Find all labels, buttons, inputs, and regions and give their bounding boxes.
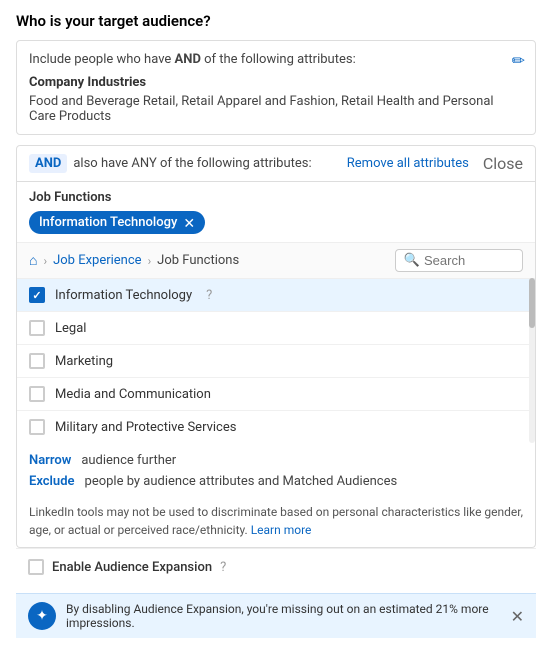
notification-icon: ✦ — [28, 602, 56, 630]
breadcrumb-job-experience[interactable]: Job Experience — [53, 253, 141, 268]
search-icon: 🔍 — [404, 253, 420, 268]
exclude-text: people by audience attributes and Matche… — [85, 474, 398, 489]
checkbox-military[interactable] — [29, 419, 45, 435]
include-attributes-box: Include people who have AND of the follo… — [16, 40, 536, 135]
notification-close-icon[interactable]: ✕ — [511, 607, 524, 626]
action-links-row: Narrow audience further — [17, 443, 535, 474]
checkbox-label-military: Military and Protective Services — [55, 420, 236, 435]
notification-bar: ✦ By disabling Audience Expansion, you'r… — [16, 593, 536, 638]
checkbox-item-marketing[interactable]: Marketing — [17, 345, 535, 378]
tag-remove-button[interactable]: ✕ — [183, 216, 195, 230]
checkbox-list-container: Information Technology ? Legal Marketing… — [17, 278, 535, 443]
expansion-checkbox[interactable] — [28, 559, 44, 575]
checkbox-marketing[interactable] — [29, 353, 45, 369]
expansion-label: Enable Audience Expansion — [52, 560, 212, 575]
and-bar: AND also have ANY of the following attri… — [16, 145, 536, 182]
disclaimer: LinkedIn tools may not be used to discri… — [17, 495, 535, 547]
search-input[interactable] — [424, 253, 514, 268]
attributes-panel: Job Functions Information Technology ✕ ⌂… — [16, 182, 536, 548]
checkbox-information-technology[interactable] — [29, 287, 45, 303]
help-icon-information-technology[interactable]: ? — [206, 288, 212, 303]
any-bold: AND — [175, 52, 201, 67]
checkbox-label-information-technology: Information Technology — [55, 288, 192, 303]
company-industries-value: Food and Beverage Retail, Retail Apparel… — [29, 94, 523, 124]
search-box: 🔍 — [395, 249, 523, 272]
include-text: Include people who have AND of the follo… — [29, 52, 356, 67]
checkbox-item-information-technology[interactable]: Information Technology ? — [17, 279, 535, 312]
tag-label: Information Technology — [39, 215, 177, 230]
selected-tags-row: Information Technology ✕ — [17, 211, 535, 242]
scrollbar-track — [529, 278, 535, 443]
checkbox-media-communication[interactable] — [29, 386, 45, 402]
close-button[interactable]: Close — [483, 154, 523, 173]
notification-text: By disabling Audience Expansion, you're … — [66, 602, 501, 630]
expansion-help-icon[interactable]: ? — [220, 560, 226, 575]
breadcrumb-job-functions: Job Functions — [157, 253, 239, 268]
edit-icon[interactable]: ✏ — [512, 51, 525, 70]
company-industries-label: Company Industries — [29, 75, 523, 90]
checkbox-label-marketing: Marketing — [55, 354, 113, 369]
job-functions-label: Job Functions — [17, 182, 535, 211]
remove-all-attributes-link[interactable]: Remove all attributes — [347, 156, 469, 171]
narrow-text: audience further — [81, 453, 176, 468]
checkbox-list: Information Technology ? Legal Marketing… — [17, 278, 535, 443]
expansion-row: Enable Audience Expansion ? — [16, 548, 536, 585]
narrow-link[interactable]: Narrow — [29, 453, 71, 468]
checkbox-item-legal[interactable]: Legal — [17, 312, 535, 345]
home-icon[interactable]: ⌂ — [29, 252, 37, 269]
and-badge: AND — [29, 154, 67, 173]
scrollbar-thumb[interactable] — [529, 278, 535, 328]
checkbox-legal[interactable] — [29, 320, 45, 336]
exclude-links-row: Exclude people by audience attributes an… — [17, 474, 535, 495]
breadcrumb-sep-2: › — [148, 254, 152, 268]
search-nav-row: ⌂ › Job Experience › Job Functions 🔍 — [17, 242, 535, 278]
tag-information-technology: Information Technology ✕ — [29, 211, 205, 234]
checkbox-item-military[interactable]: Military and Protective Services — [17, 411, 535, 443]
breadcrumb-sep-1: › — [43, 254, 47, 268]
star-icon: ✦ — [36, 608, 48, 624]
checkbox-label-media-communication: Media and Communication — [55, 387, 211, 402]
checkbox-item-media-communication[interactable]: Media and Communication — [17, 378, 535, 411]
learn-more-link[interactable]: Learn more — [251, 523, 312, 537]
checkbox-label-legal: Legal — [55, 321, 86, 336]
and-bar-text: also have ANY of the following attribute… — [73, 156, 340, 171]
page-title: Who is your target audience? — [16, 12, 536, 30]
exclude-link[interactable]: Exclude — [29, 474, 75, 489]
